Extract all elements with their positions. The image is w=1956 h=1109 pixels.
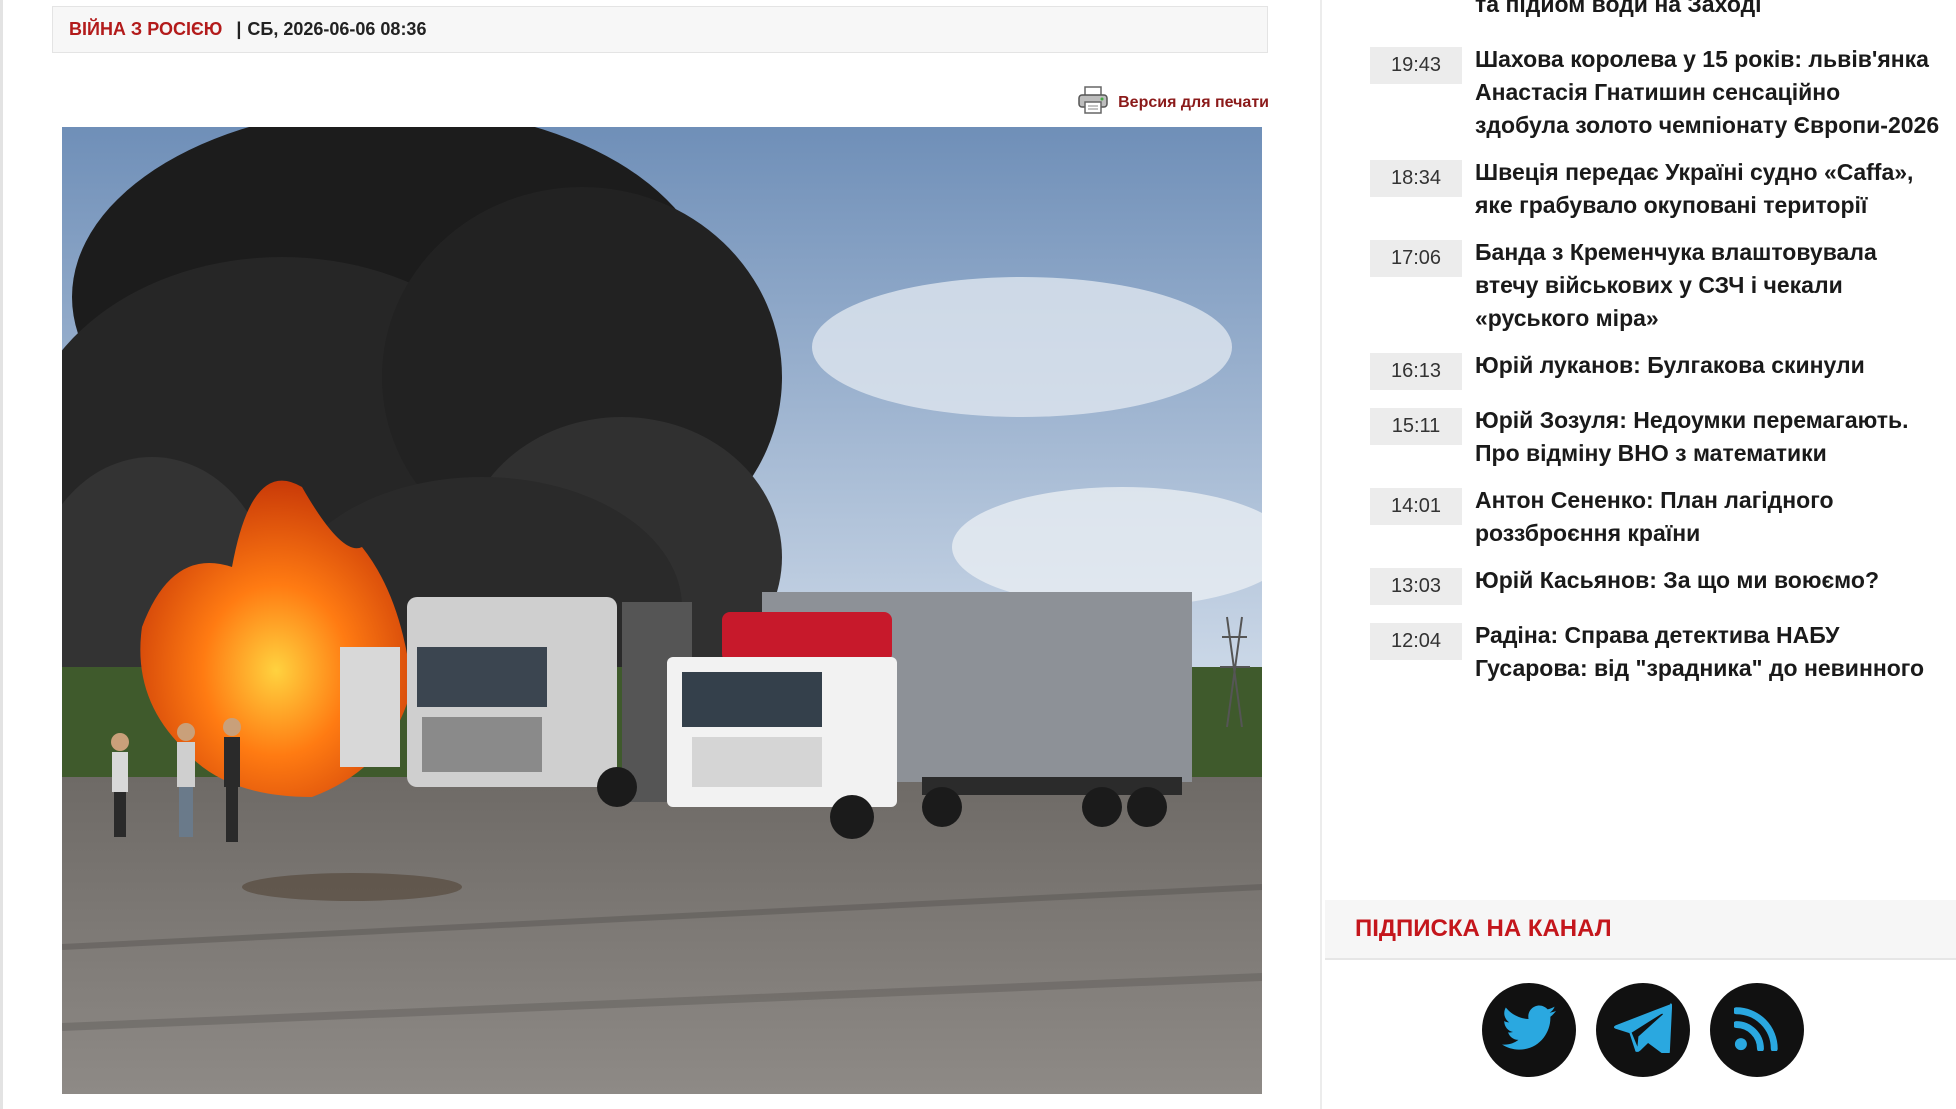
subscribe-header: ПІДПИСКА НА КАНАЛ [1325, 900, 1956, 960]
news-title[interactable]: Швеція передає Україні судно «Caffa», як… [1475, 156, 1940, 222]
twitter-icon [1502, 1005, 1556, 1056]
twitter-button[interactable] [1482, 983, 1576, 1077]
left-border [0, 0, 3, 1109]
article-meta-bar: ВІЙНА З РОСІЄЮ | СБ, 2026-06-06 08:36 [52, 6, 1268, 53]
news-item[interactable]: 16:13 Юрій луканов: Булгакова скинули [1370, 349, 1940, 390]
rss-button[interactable] [1710, 983, 1804, 1077]
news-item[interactable]: 17:06 Банда з Кременчука влаштовувала вт… [1370, 236, 1940, 335]
news-list: та підйом води на Заході 19:43 Шахова ко… [1370, 0, 1940, 699]
news-time: 16:13 [1370, 353, 1462, 390]
news-title[interactable]: Юрій луканов: Булгакова скинули [1475, 349, 1865, 382]
news-item[interactable]: 19:43 Шахова королева у 15 років: львів'… [1370, 43, 1940, 142]
news-title[interactable]: Шахова королева у 15 років: львів'янка А… [1475, 43, 1940, 142]
article-date: СБ, 2026-06-06 08:36 [247, 19, 427, 39]
news-time: 15:11 [1370, 408, 1462, 445]
news-title[interactable]: Юрій Касьянов: За що ми воюємо? [1475, 564, 1879, 597]
telegram-button[interactable] [1596, 983, 1690, 1077]
rss-icon [1732, 1005, 1780, 1056]
telegram-icon [1613, 1002, 1673, 1058]
print-version-label: Версия для печати [1118, 93, 1269, 111]
print-version-link[interactable]: Версия для печати [1078, 86, 1269, 119]
social-buttons [1482, 983, 1804, 1077]
printer-icon [1078, 86, 1108, 119]
news-item[interactable]: 15:11 Юрій Зозуля: Недоумки перемагають.… [1370, 404, 1940, 470]
news-title[interactable]: Антон Сененко: План лагідного роззброєнн… [1475, 484, 1940, 550]
news-time: 17:06 [1370, 240, 1462, 277]
news-title[interactable]: Радіна: Справа детектива НАБУ Гусарова: … [1475, 619, 1940, 685]
news-time: 13:03 [1370, 568, 1462, 605]
article-photo [62, 127, 1262, 1094]
news-item[interactable]: 13:03 Юрій Касьянов: За що ми воюємо? [1370, 564, 1940, 605]
news-time: 19:43 [1370, 47, 1462, 84]
column-divider [1320, 0, 1322, 1109]
news-item[interactable]: 12:04 Радіна: Справа детектива НАБУ Гуса… [1370, 619, 1940, 685]
news-item[interactable]: 14:01 Антон Сененко: План лагідного розз… [1370, 484, 1940, 550]
news-title[interactable]: Юрій Зозуля: Недоумки перемагають. Про в… [1475, 404, 1940, 470]
page: ВІЙНА З РОСІЄЮ | СБ, 2026-06-06 08:36 Ве… [0, 0, 1956, 1109]
news-title[interactable]: та підйом води на Заході [1475, 0, 1762, 21]
news-item[interactable]: 18:34 Швеція передає Україні судно «Caff… [1370, 156, 1940, 222]
news-time: 18:34 [1370, 160, 1462, 197]
subscribe-title: ПІДПИСКА НА КАНАЛ [1355, 915, 1612, 942]
news-item[interactable]: та підйом води на Заході [1370, 0, 1940, 29]
news-time: 12:04 [1370, 623, 1462, 660]
news-time: 14:01 [1370, 488, 1462, 525]
news-title[interactable]: Банда з Кременчука влаштовувала втечу ві… [1475, 236, 1940, 335]
meta-separator: | [236, 19, 242, 39]
category-link[interactable]: ВІЙНА З РОСІЄЮ [69, 19, 222, 40]
